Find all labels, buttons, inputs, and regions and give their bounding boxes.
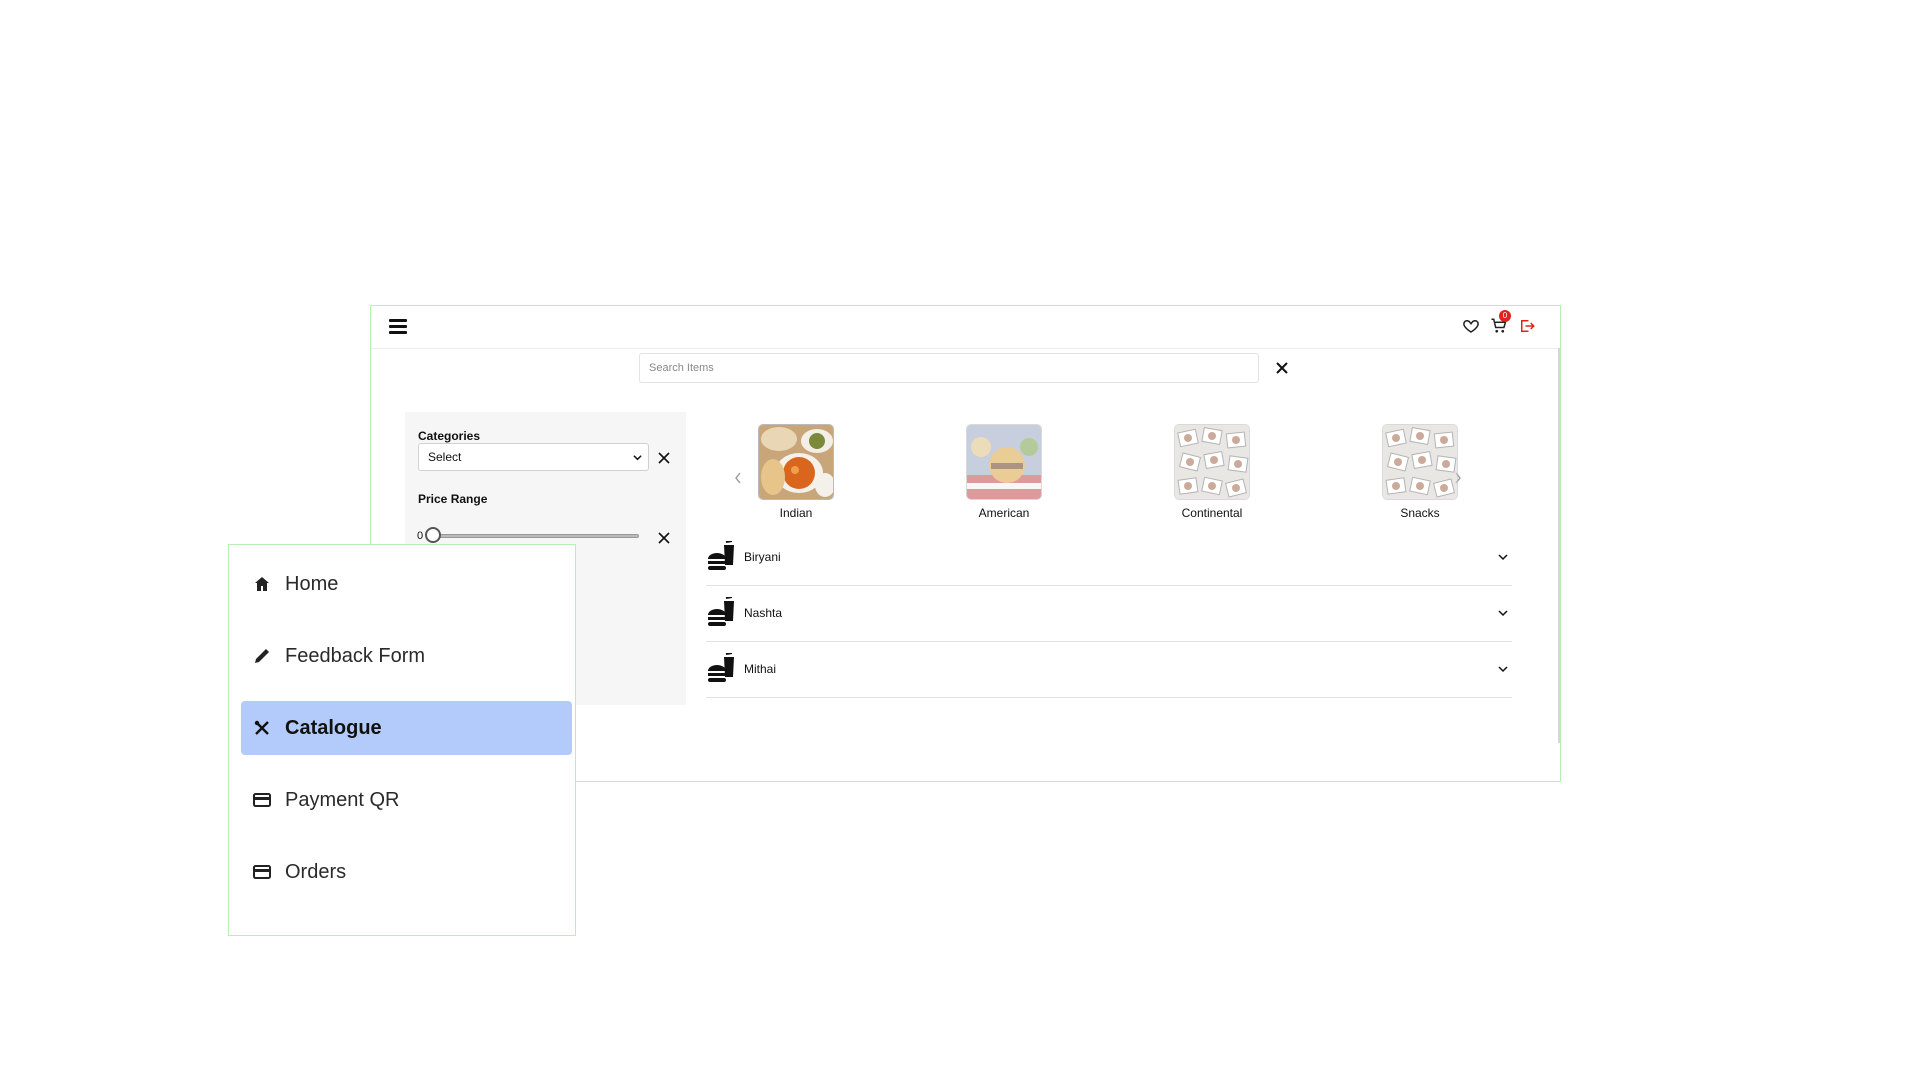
sidebar-item-catalogue[interactable]: Catalogue: [241, 701, 572, 755]
category-american[interactable]: American: [959, 424, 1049, 520]
section-label: Mithai: [744, 662, 777, 676]
categories-select[interactable]: Select: [418, 443, 649, 471]
chevron-down-icon: [1498, 610, 1508, 617]
top-navbar: 0: [371, 306, 1560, 349]
fast-food-icon: [708, 653, 734, 682]
category-label: American: [978, 506, 1030, 520]
home-icon: [255, 577, 269, 591]
menu-section-biryani[interactable]: Biryani: [706, 529, 1512, 586]
categories-selected-value: Select: [428, 450, 462, 464]
sidebar-item-feedback-form[interactable]: Feedback Form: [241, 629, 572, 683]
category-continental[interactable]: Continental: [1167, 424, 1257, 520]
credit-card-icon: [253, 865, 271, 879]
logout-icon[interactable]: [1518, 317, 1536, 335]
clear-search-icon[interactable]: [1275, 361, 1289, 375]
sidebar-item-orders[interactable]: Orders: [241, 845, 572, 899]
category-label: Continental: [1181, 506, 1243, 520]
chevron-down-icon: [1498, 554, 1508, 561]
price-slider-thumb[interactable]: [425, 527, 441, 543]
scrollbar[interactable]: [1558, 348, 1560, 743]
chevron-down-icon: [1498, 666, 1508, 673]
sidebar-drawer: Home Feedback Form Catalogue Payment QR …: [228, 544, 576, 936]
indian-food-image: [758, 424, 834, 500]
clear-category-icon[interactable]: [658, 451, 670, 464]
clear-price-icon[interactable]: [658, 531, 670, 544]
price-range-label: Price Range: [418, 492, 488, 506]
search-input[interactable]: [639, 353, 1259, 383]
sidebar-item-label: Home: [285, 572, 339, 595]
section-label: Nashta: [744, 606, 783, 620]
sidebar-item-payment-qr[interactable]: Payment QR: [241, 773, 572, 827]
menu-section-mithai[interactable]: Mithai: [706, 641, 1512, 698]
category-snacks[interactable]: Snacks: [1375, 424, 1465, 520]
header-actions: 0: [1462, 310, 1536, 335]
category-indian[interactable]: Indian: [751, 424, 841, 520]
categories-label: Categories: [418, 429, 481, 443]
sidebar-item-label: Orders: [285, 860, 347, 883]
category-label: Snacks: [1400, 506, 1440, 520]
carousel-prev-icon[interactable]: [733, 471, 743, 485]
category-label: Indian: [779, 506, 813, 520]
fork-knife-icon: [254, 720, 269, 735]
placeholder-collage-image: [1382, 424, 1458, 500]
section-label: Biryani: [744, 550, 781, 564]
cart-icon[interactable]: 0: [1490, 310, 1511, 335]
chevron-down-icon: [633, 455, 642, 461]
fast-food-icon: [708, 597, 734, 626]
price-range-value: 0: [417, 530, 424, 542]
sidebar-item-label: Feedback Form: [285, 644, 426, 667]
american-food-image: [966, 424, 1042, 500]
cart-count-badge: 0: [1499, 310, 1511, 322]
sidebar-item-label: Payment QR: [285, 788, 400, 811]
placeholder-collage-image: [1174, 424, 1250, 500]
sidebar-item-home[interactable]: Home: [241, 557, 572, 611]
hamburger-menu-icon[interactable]: [389, 319, 407, 335]
fast-food-icon: [708, 541, 734, 570]
pencil-icon: [255, 649, 269, 663]
sidebar-item-label: Catalogue: [285, 716, 382, 739]
credit-card-icon: [253, 793, 271, 807]
heart-icon[interactable]: [1462, 317, 1480, 335]
price-range-slider[interactable]: [429, 534, 639, 538]
menu-section-nashta[interactable]: Nashta: [706, 585, 1512, 642]
